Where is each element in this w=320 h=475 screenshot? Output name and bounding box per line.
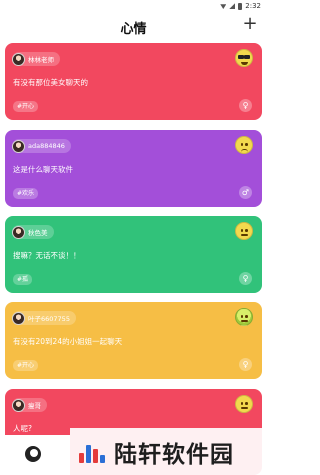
post-text: 有没有那位美女聊天的 — [13, 78, 88, 87]
avatar — [12, 139, 25, 153]
neutral-face-icon — [235, 395, 253, 413]
user-chip[interactable]: 叶子6607755 — [12, 311, 76, 325]
male-icon: ♂ — [239, 186, 252, 199]
user-chip[interactable]: 秋色美 — [12, 225, 54, 239]
user-chip[interactable]: ada884846 — [12, 139, 71, 153]
mood-card[interactable]: 林林老师 有没有那位美女聊天的 #开心 ♀ — [5, 43, 262, 120]
night-mode-icon[interactable] — [25, 446, 41, 462]
mood-tag: #开心 — [13, 101, 39, 112]
add-button[interactable]: + — [241, 15, 259, 33]
signal-icon — [229, 3, 236, 9]
username: 秋色美 — [28, 229, 48, 237]
avatar — [12, 225, 25, 239]
mood-card[interactable]: 秋色美 搜嘛？无话不谈！！ #孤 ♀ — [5, 216, 262, 293]
post-text: 有没有20到24的小姐姐一起聊天 — [13, 337, 123, 346]
wifi-icon — [220, 4, 227, 9]
username: ada884846 — [28, 142, 65, 150]
neutral-face-icon — [235, 222, 253, 240]
header: 心情 + — [0, 14, 267, 38]
post-text: 人呢? — [13, 424, 32, 433]
mood-tag: #欢乐 — [13, 188, 39, 199]
watermark-logo-icon — [76, 437, 106, 467]
battery-icon — [238, 2, 243, 10]
status-time: 2:32 — [245, 2, 261, 10]
user-chip[interactable]: 瘦哥 — [12, 398, 47, 412]
mood-card[interactable]: 叶子6607755 有没有20到24的小姐姐一起聊天 #开心 ♀ — [5, 302, 262, 379]
female-icon: ♀ — [239, 272, 252, 285]
avatar — [12, 398, 25, 412]
status-icons: 2:32 — [220, 2, 261, 10]
mood-tag: #开心 — [13, 360, 39, 371]
username: 瘦哥 — [28, 402, 41, 410]
sad-face-icon — [235, 136, 253, 154]
post-text: 搜嘛？无话不谈！！ — [13, 251, 81, 260]
avatar — [12, 52, 25, 66]
avatar — [12, 311, 25, 325]
username: 叶子6607755 — [28, 315, 70, 323]
bottom-bar — [0, 435, 70, 475]
mood-card[interactable]: ada884846 这是什么聊天软件 #欢乐 ♂ — [5, 130, 262, 207]
melon-face-icon — [235, 308, 253, 326]
mood-tag: #孤 — [13, 274, 33, 285]
username: 林林老师 — [28, 56, 54, 64]
female-icon: ♀ — [239, 358, 252, 371]
page-title: 心情 — [120, 22, 147, 37]
post-text: 这是什么聊天软件 — [13, 165, 73, 174]
watermark-text: 陆轩软件园 — [114, 441, 234, 468]
cool-face-icon — [235, 49, 253, 67]
user-chip[interactable]: 林林老师 — [12, 52, 60, 66]
watermark: 陆轩软件园 — [70, 428, 267, 475]
status-bar: 2:32 — [0, 0, 267, 12]
female-icon: ♀ — [239, 99, 252, 112]
